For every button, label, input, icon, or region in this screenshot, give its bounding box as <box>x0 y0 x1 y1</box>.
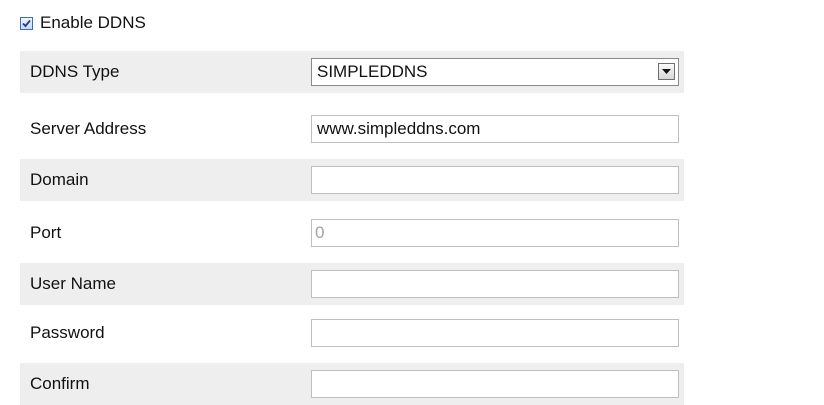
chevron-down-icon <box>662 69 671 74</box>
ddns-type-row: DDNS Type SIMPLEDDNS <box>20 51 684 93</box>
port-field[interactable] <box>311 219 679 247</box>
confirm-row: Confirm <box>20 363 684 405</box>
enable-ddns-label: Enable DDNS <box>40 13 146 32</box>
ddns-type-label: DDNS Type <box>30 62 120 81</box>
server-address-row: Server Address <box>20 108 684 150</box>
domain-label: Domain <box>30 170 89 189</box>
user-name-label: User Name <box>30 274 116 293</box>
password-label: Password <box>30 323 105 342</box>
server-address-field[interactable] <box>311 115 679 143</box>
server-address-label: Server Address <box>30 119 147 138</box>
password-field[interactable] <box>311 319 679 347</box>
ddns-type-select[interactable]: SIMPLEDDNS <box>311 58 679 86</box>
domain-row: Domain <box>20 159 684 201</box>
password-row: Password <box>20 312 684 354</box>
enable-ddns-checkbox[interactable] <box>20 17 33 30</box>
user-name-field[interactable] <box>311 270 679 298</box>
enable-ddns-row[interactable]: Enable DDNS <box>20 10 146 36</box>
dropdown-button[interactable] <box>658 63 675 80</box>
ddns-type-value: SIMPLEDDNS <box>317 62 428 81</box>
domain-field[interactable] <box>311 166 679 194</box>
checkmark-icon <box>22 19 31 28</box>
port-label: Port <box>30 223 62 242</box>
port-row: Port <box>20 212 684 254</box>
confirm-label: Confirm <box>30 374 90 393</box>
confirm-password-field[interactable] <box>311 370 679 398</box>
user-name-row: User Name <box>20 263 684 305</box>
